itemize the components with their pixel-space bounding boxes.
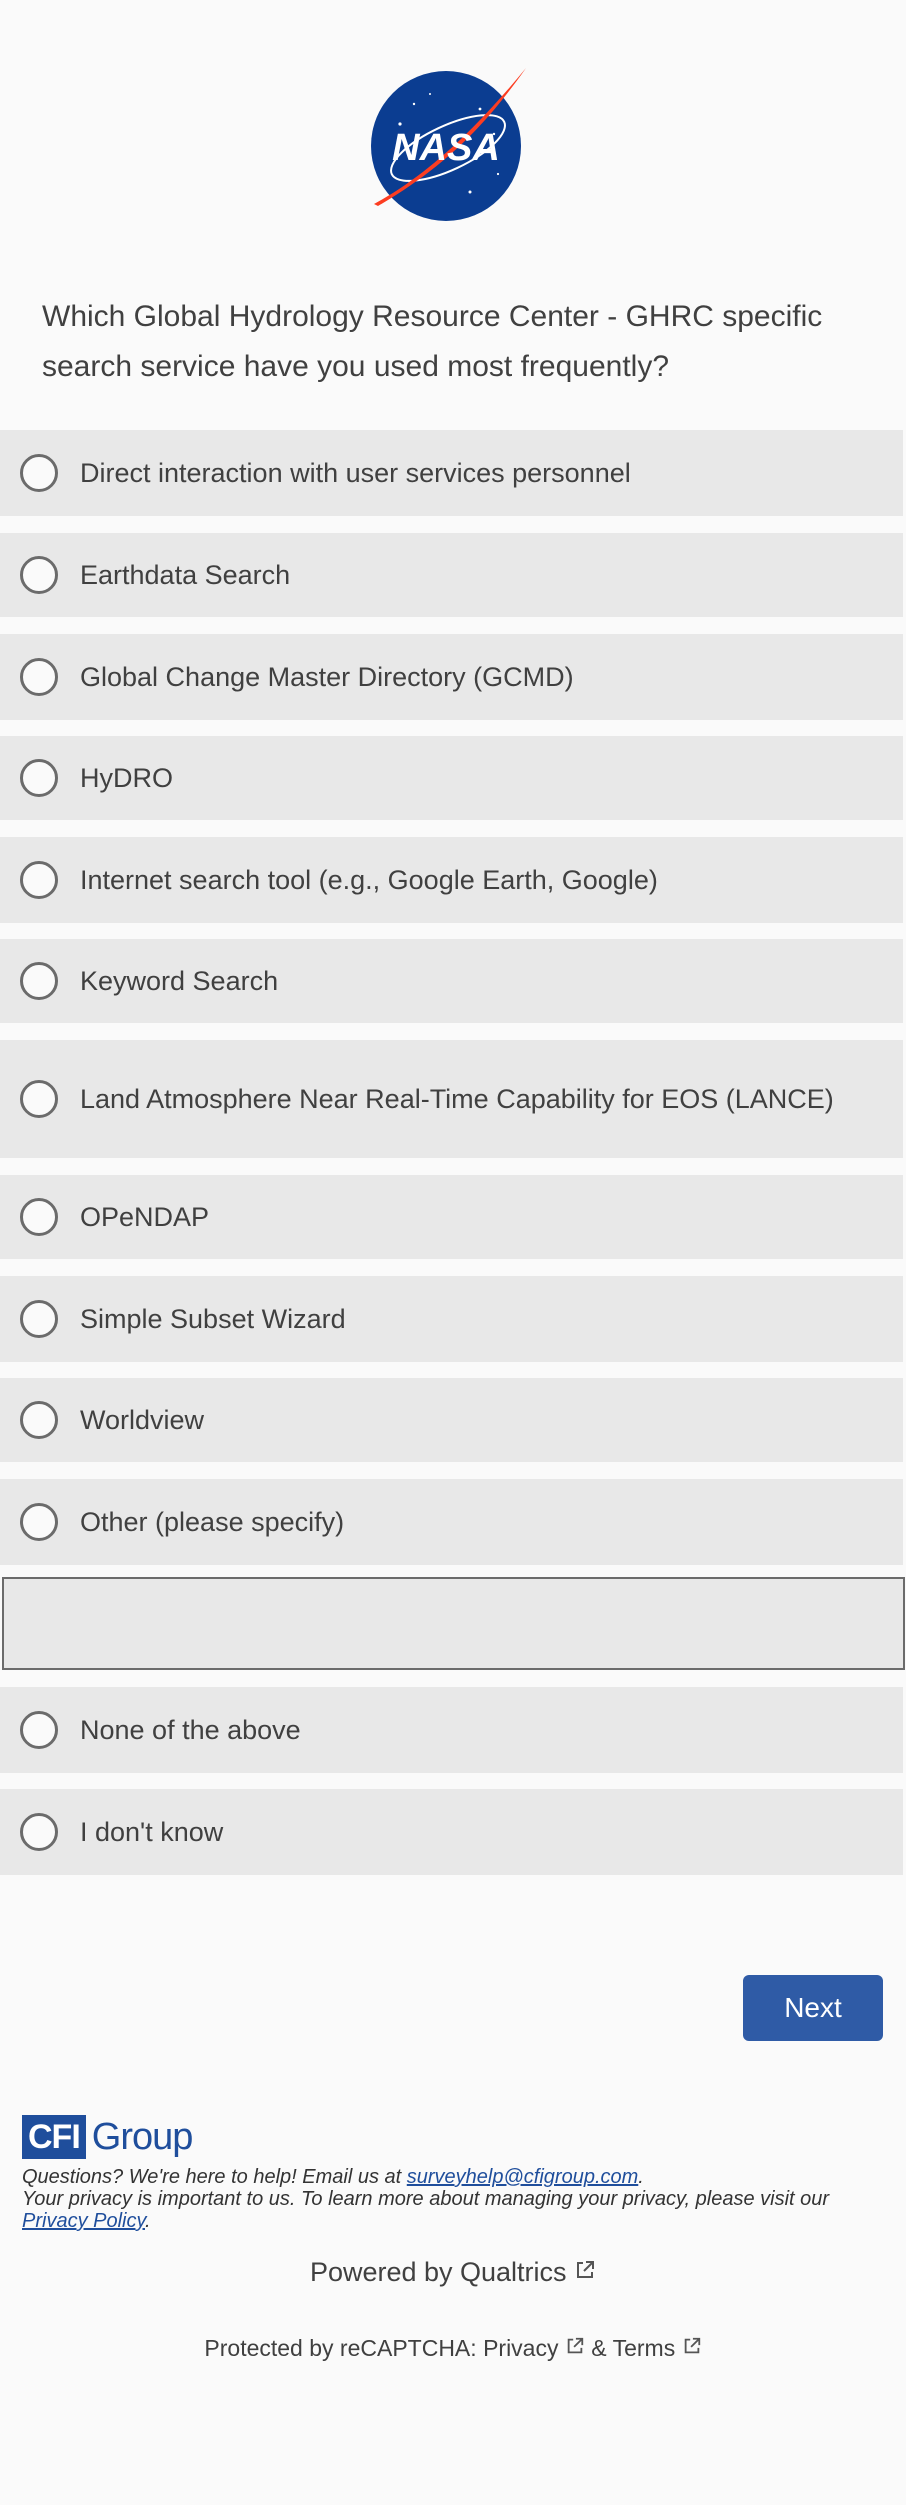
cfi-logo-word: Group [91, 2115, 194, 2158]
powered-by-text[interactable]: Powered by Qualtrics [310, 2257, 567, 2287]
external-link-icon [567, 2337, 584, 2354]
choice-direct-interaction[interactable]: Direct interaction with user services pe… [0, 430, 903, 516]
radio-button[interactable] [20, 1198, 58, 1236]
choice-label: Worldview [80, 1404, 205, 1435]
choice-keyword-search[interactable]: Keyword Search [0, 939, 903, 1023]
external-link-icon [684, 2337, 700, 2354]
choice-label: OPeNDAP [80, 1201, 210, 1232]
next-button[interactable]: Next [743, 1975, 883, 2041]
choice-label: Simple Subset Wizard [80, 1303, 346, 1334]
footer-help-text: Questions? We're here to help! Email us … [22, 2166, 892, 2232]
radio-button[interactable] [20, 759, 58, 797]
radio-button[interactable] [20, 1300, 58, 1338]
choice-label: Earthdata Search [80, 559, 291, 590]
radio-button[interactable] [20, 1813, 58, 1851]
other-specify-input[interactable] [2, 1577, 905, 1670]
period: . [145, 2210, 151, 2232]
survey-page: NASA Which Global Hydrology Resource Cen… [0, 0, 906, 2505]
cfi-logo-box: CFI [22, 2115, 86, 2159]
choice-dont-know[interactable]: I don't know [0, 1789, 903, 1875]
recaptcha-privacy-link[interactable]: Privacy [483, 2335, 558, 2361]
external-link-icon [577, 2261, 595, 2278]
choice-other[interactable]: Other (please specify) [0, 1479, 903, 1565]
choice-internet-search[interactable]: Internet search tool (e.g., Google Earth… [0, 837, 903, 923]
choice-label: I don't know [80, 1816, 224, 1847]
choice-label: Other (please specify) [80, 1506, 345, 1537]
privacy-policy-link[interactable]: Privacy Policy [22, 2210, 145, 2232]
radio-button[interactable] [20, 962, 58, 1000]
choice-hydro[interactable]: HyDRO [0, 736, 903, 820]
choice-earthdata-search[interactable]: Earthdata Search [0, 533, 903, 617]
radio-button[interactable] [20, 1401, 58, 1439]
support-email-link[interactable]: surveyhelp@cfigroup.com [407, 2166, 639, 2188]
choice-label: HyDRO [80, 762, 173, 793]
choice-worldview[interactable]: Worldview [0, 1378, 903, 1462]
recaptcha-ampersand: & [591, 2335, 607, 2361]
radio-button[interactable] [20, 1080, 58, 1118]
choice-label: Direct interaction with user services pe… [80, 457, 631, 488]
nasa-logo: NASA [371, 68, 526, 221]
choice-simple-subset-wizard[interactable]: Simple Subset Wizard [0, 1276, 903, 1362]
choice-label: Global Change Master Directory (GCMD) [80, 661, 574, 692]
radio-button[interactable] [20, 861, 58, 899]
choice-label: Keyword Search [80, 965, 279, 996]
choice-none-of-the-above[interactable]: None of the above [0, 1687, 903, 1773]
choice-lance[interactable]: Land Atmosphere Near Real-Time Capabilit… [0, 1040, 903, 1158]
nasa-wordmark: NASA [392, 127, 500, 169]
privacy-text: Your privacy is important to us. To lear… [22, 2188, 830, 2210]
choice-label: None of the above [80, 1714, 301, 1745]
choice-label: Internet search tool (e.g., Google Earth… [80, 864, 658, 895]
cfi-group-logo: CFI Group [22, 2113, 194, 2161]
period: . [638, 2166, 644, 2188]
radio-button[interactable] [20, 1503, 58, 1541]
radio-button[interactable] [20, 658, 58, 696]
recaptcha-notice: Protected by reCAPTCHA: Privacy & Terms [0, 2335, 906, 2362]
powered-by-qualtrics[interactable]: Powered by Qualtrics [0, 2257, 906, 2288]
choice-gcmd[interactable]: Global Change Master Directory (GCMD) [0, 634, 903, 720]
radio-button[interactable] [20, 1711, 58, 1749]
recaptcha-prefix: Protected by reCAPTCHA: [204, 2335, 477, 2361]
choice-opendap[interactable]: OPeNDAP [0, 1175, 903, 1259]
radio-button[interactable] [20, 454, 58, 492]
radio-button[interactable] [20, 556, 58, 594]
recaptcha-terms-link[interactable]: Terms [613, 2335, 676, 2361]
questions-text: Questions? We're here to help! Email us … [22, 2166, 402, 2188]
question-text: Which Global Hydrology Resource Center -… [42, 300, 823, 383]
choice-label: Land Atmosphere Near Real-Time Capabilit… [80, 1083, 834, 1114]
